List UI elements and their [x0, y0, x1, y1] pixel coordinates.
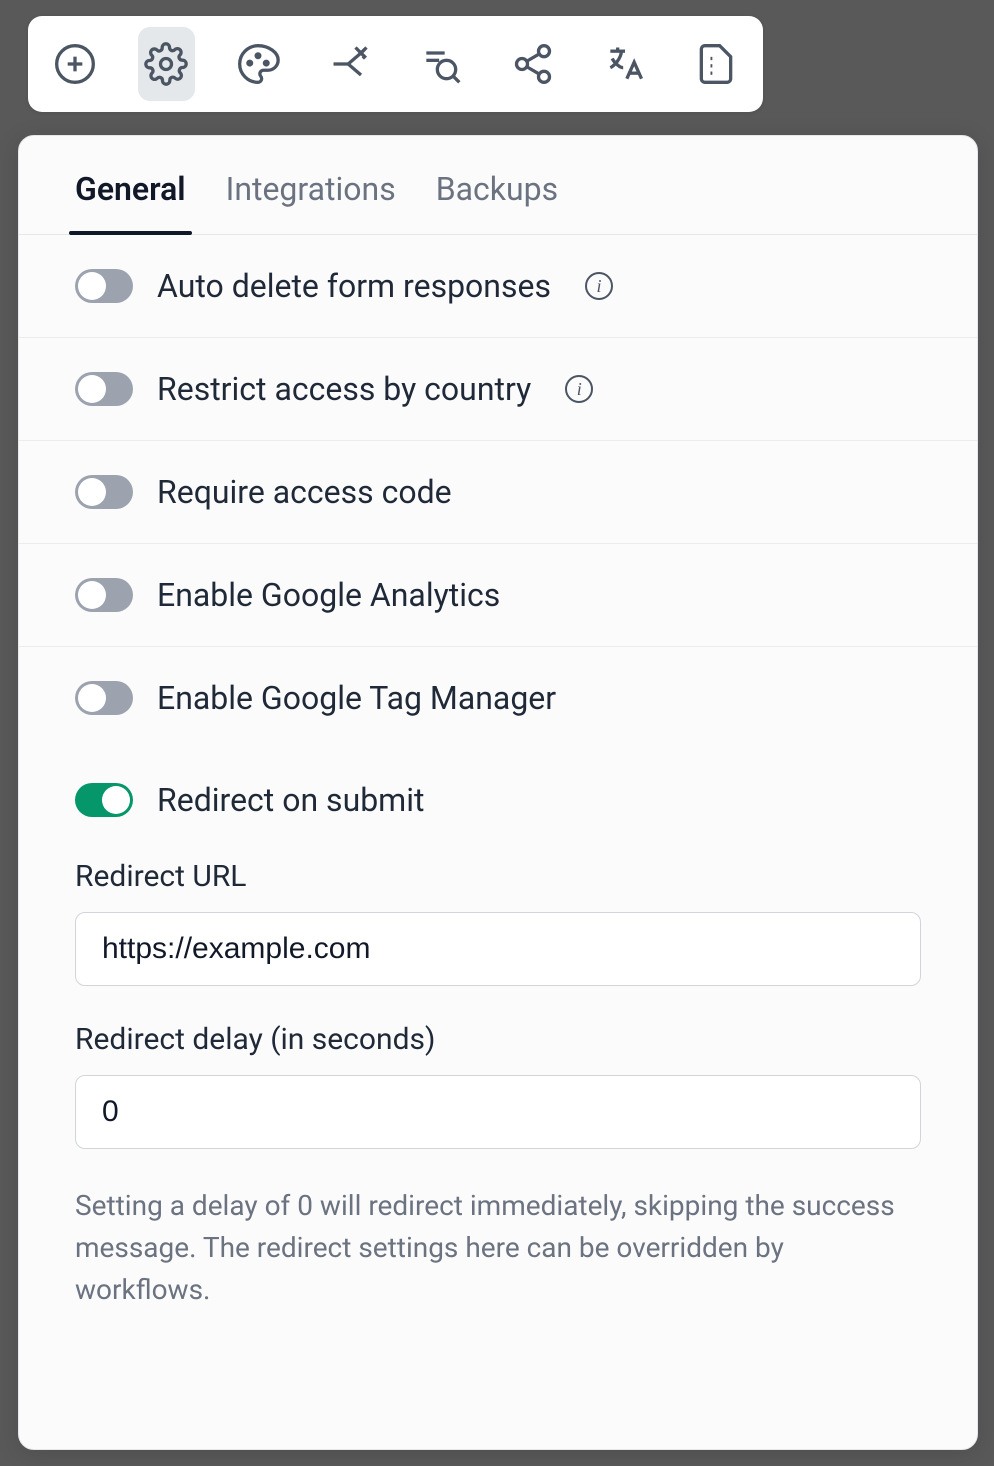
- label-redirect-url: Redirect URL: [75, 859, 921, 894]
- tab-general[interactable]: General: [75, 170, 186, 234]
- toggle-google-tag-manager[interactable]: [75, 681, 133, 715]
- info-icon[interactable]: i: [585, 272, 613, 300]
- share-icon: [511, 42, 555, 86]
- split-icon: [328, 42, 372, 86]
- toolbar-translate-button[interactable]: [596, 27, 654, 101]
- settings-list: Auto delete form responses i Restrict ac…: [19, 235, 977, 1351]
- setting-google-analytics: Enable Google Analytics: [19, 544, 977, 647]
- label-access-code: Require access code: [157, 473, 452, 511]
- setting-auto-delete: Auto delete form responses i: [19, 235, 977, 338]
- file-icon: [694, 42, 738, 86]
- toolbar-theme-button[interactable]: [229, 27, 287, 101]
- settings-panel: General Integrations Backups Auto delete…: [18, 135, 978, 1450]
- translate-icon: [603, 42, 647, 86]
- plus-circle-icon: [53, 42, 97, 86]
- tab-integrations[interactable]: Integrations: [226, 170, 396, 234]
- setting-restrict-country: Restrict access by country i: [19, 338, 977, 441]
- label-restrict-country: Restrict access by country: [157, 370, 531, 408]
- toggle-restrict-country[interactable]: [75, 372, 133, 406]
- toolbar-settings-button[interactable]: [138, 27, 196, 101]
- input-redirect-url[interactable]: [75, 912, 921, 986]
- toolbar-add-button[interactable]: [46, 27, 104, 101]
- toggle-auto-delete[interactable]: [75, 269, 133, 303]
- label-redirect-delay: Redirect delay (in seconds): [75, 1022, 921, 1057]
- label-google-tag-manager: Enable Google Tag Manager: [157, 679, 556, 717]
- tabs-bar: General Integrations Backups: [19, 136, 977, 235]
- info-icon[interactable]: i: [565, 375, 593, 403]
- setting-access-code: Require access code: [19, 441, 977, 544]
- help-redirect-delay: Setting a delay of 0 will redirect immed…: [75, 1185, 921, 1311]
- toolbar-branch-button[interactable]: [321, 27, 379, 101]
- label-redirect-on-submit: Redirect on submit: [157, 781, 424, 819]
- toolbar-file-button[interactable]: [687, 27, 745, 101]
- palette-icon: [236, 42, 280, 86]
- label-google-analytics: Enable Google Analytics: [157, 576, 500, 614]
- tab-backups[interactable]: Backups: [436, 170, 558, 234]
- section-redirect: Redirect on submit Redirect URL Redirect…: [19, 749, 977, 1351]
- label-auto-delete: Auto delete form responses: [157, 267, 551, 305]
- toggle-access-code[interactable]: [75, 475, 133, 509]
- filter-search-icon: [419, 42, 463, 86]
- toolbar: [28, 16, 763, 112]
- setting-google-tag-manager: Enable Google Tag Manager: [19, 647, 977, 749]
- toggle-redirect-on-submit[interactable]: [75, 783, 133, 817]
- toggle-google-analytics[interactable]: [75, 578, 133, 612]
- toolbar-search-button[interactable]: [413, 27, 471, 101]
- gear-icon: [144, 42, 188, 86]
- input-redirect-delay[interactable]: [75, 1075, 921, 1149]
- toolbar-share-button[interactable]: [504, 27, 562, 101]
